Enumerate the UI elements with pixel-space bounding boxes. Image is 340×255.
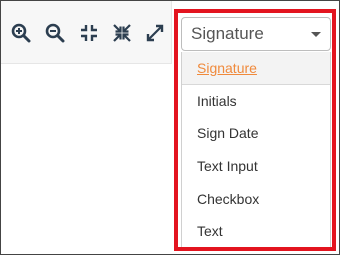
option-sign-date[interactable]: Sign Date <box>182 117 330 149</box>
option-checkbox[interactable]: Checkbox <box>182 183 330 215</box>
zoom-in-button[interactable] <box>9 21 33 45</box>
compress-arrows-icon <box>113 24 131 42</box>
field-type-dropdown-menu: Signature Initials Sign Date Text Input … <box>181 52 331 247</box>
field-type-select[interactable]: Signature <box>181 17 331 51</box>
fullscreen-button[interactable] <box>143 21 167 45</box>
zoom-out-icon <box>45 23 65 43</box>
zoom-out-button[interactable] <box>43 21 67 45</box>
viewer-toolbar <box>1 1 172 64</box>
fit-page-button[interactable] <box>77 21 101 45</box>
expand-arrows-icon <box>146 24 164 42</box>
collapse-arrows-icon <box>81 25 97 41</box>
option-signature[interactable]: Signature <box>182 52 330 85</box>
field-type-selected-value: Signature <box>191 24 264 43</box>
chevron-down-icon <box>311 32 321 37</box>
option-initials[interactable]: Initials <box>182 85 330 117</box>
fit-width-button[interactable] <box>110 21 134 45</box>
option-text-input[interactable]: Text Input <box>182 150 330 182</box>
zoom-in-icon <box>11 23 31 43</box>
option-text[interactable]: Text <box>182 215 330 247</box>
